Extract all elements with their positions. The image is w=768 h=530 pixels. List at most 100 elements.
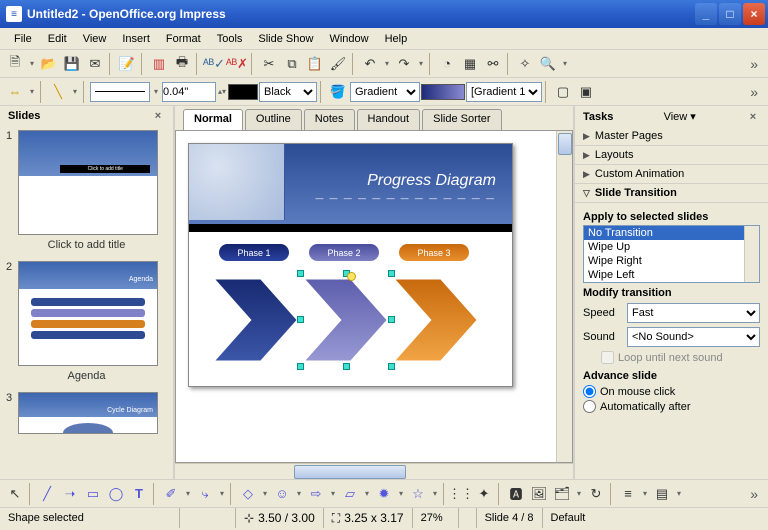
save-button[interactable]: 💾: [61, 53, 83, 75]
chart-button[interactable]: ◔: [436, 53, 458, 75]
email-button[interactable]: ✉: [84, 53, 106, 75]
list-scrollbar[interactable]: [744, 226, 759, 282]
transition-option[interactable]: Wipe Left: [584, 268, 759, 282]
edit-doc-button[interactable]: 📝: [116, 53, 138, 75]
menu-view[interactable]: View: [75, 31, 115, 47]
speed-select[interactable]: Fast: [627, 303, 760, 323]
advance-click-radio[interactable]: [583, 385, 596, 398]
menu-tools[interactable]: Tools: [209, 31, 251, 47]
connector-tool-button[interactable]: ⤷: [194, 483, 216, 505]
zoom-button[interactable]: 🔍: [537, 53, 559, 75]
transition-list[interactable]: No Transition Wipe Up Wipe Right Wipe Le…: [583, 225, 760, 283]
menu-format[interactable]: Format: [158, 31, 209, 47]
slide-thumb-1[interactable]: Click to add title: [18, 130, 158, 235]
arrow-shape-1[interactable]: [211, 274, 301, 366]
redo-button[interactable]: ↷: [393, 53, 415, 75]
open-button[interactable]: 📂: [38, 53, 60, 75]
symbol-shapes-button[interactable]: ☺: [271, 483, 293, 505]
task-section-layouts[interactable]: ▶Layouts: [575, 146, 768, 165]
selection-handle[interactable]: [297, 316, 304, 323]
menu-edit[interactable]: Edit: [40, 31, 75, 47]
tab-handout[interactable]: Handout: [357, 109, 421, 130]
toolbar-overflow-icon[interactable]: »: [744, 486, 764, 502]
tab-normal[interactable]: Normal: [183, 109, 243, 130]
sound-select[interactable]: <No Sound>: [627, 327, 760, 347]
arrange-button[interactable]: ▤: [651, 483, 673, 505]
menu-slideshow[interactable]: Slide Show: [250, 31, 321, 47]
undo-button[interactable]: ↶: [359, 53, 381, 75]
selection-handle[interactable]: [297, 363, 304, 370]
gallery-button[interactable]: 🗂: [551, 483, 573, 505]
arrow-shape-3[interactable]: [391, 274, 481, 366]
minimize-button[interactable]: _: [695, 3, 717, 25]
arrow-style-button[interactable]: ⇔: [4, 81, 26, 103]
slide-thumb-3[interactable]: Cycle Diagram: [18, 392, 158, 434]
status-zoom[interactable]: 27%: [413, 508, 459, 528]
line-dash-button[interactable]: ╲: [47, 81, 69, 103]
horizontal-scrollbar[interactable]: [175, 463, 573, 479]
transition-option[interactable]: Wipe Up: [584, 240, 759, 254]
transition-option[interactable]: Wipe Right: [584, 254, 759, 268]
toolbar-overflow-icon[interactable]: »: [744, 84, 764, 100]
crop-button[interactable]: ▣: [575, 81, 597, 103]
stars-button[interactable]: ☆: [407, 483, 429, 505]
curve-tool-button[interactable]: ✐: [160, 483, 182, 505]
ellipse-tool-button[interactable]: ◯: [105, 483, 127, 505]
callouts-button[interactable]: ✹: [373, 483, 395, 505]
rect-tool-button[interactable]: ▭: [82, 483, 104, 505]
close-button[interactable]: ×: [743, 3, 765, 25]
slide-thumb-2[interactable]: Agenda: [18, 261, 158, 366]
align-button[interactable]: ≡: [617, 483, 639, 505]
advance-auto-radio[interactable]: [583, 400, 596, 413]
line-width-input[interactable]: [162, 82, 216, 102]
copy-button[interactable]: ⧉: [281, 53, 303, 75]
area-fill-button[interactable]: 🪣: [327, 81, 349, 103]
task-section-animation[interactable]: ▶Custom Animation: [575, 165, 768, 184]
task-section-transition[interactable]: ▽Slide Transition: [575, 184, 768, 203]
slides-panel-close-icon[interactable]: ×: [151, 110, 165, 122]
hyperlink-button[interactable]: ⚯: [482, 53, 504, 75]
tasks-view-menu[interactable]: View ▾: [664, 110, 696, 123]
autospell-button[interactable]: ᴬᴮ✗: [226, 53, 248, 75]
toolbar-overflow-icon[interactable]: »: [744, 56, 764, 72]
paste-button[interactable]: 📋: [304, 53, 326, 75]
adjust-handle[interactable]: [347, 272, 356, 281]
line-color-select[interactable]: Black: [259, 82, 317, 102]
line-tool-button[interactable]: ╱: [36, 483, 58, 505]
selection-handle[interactable]: [343, 363, 350, 370]
basic-shapes-button[interactable]: ◇: [237, 483, 259, 505]
block-arrows-button[interactable]: ⇨: [305, 483, 327, 505]
print-button[interactable]: 🖶: [171, 53, 193, 75]
glue-button[interactable]: ✦: [473, 483, 495, 505]
new-doc-button[interactable]: 🗎: [4, 53, 26, 75]
tab-notes[interactable]: Notes: [304, 109, 355, 130]
shadow-button[interactable]: ▢: [552, 81, 574, 103]
slide-edit-area[interactable]: Progress Diagram — — — — — — — — — — — —…: [175, 130, 573, 463]
navigator-button[interactable]: ✧: [514, 53, 536, 75]
flowchart-button[interactable]: ▱: [339, 483, 361, 505]
spreadsheet-button[interactable]: ▦: [459, 53, 481, 75]
from-file-button[interactable]: 🖼: [528, 483, 550, 505]
tab-outline[interactable]: Outline: [245, 109, 302, 130]
task-section-masterpages[interactable]: ▶Master Pages: [575, 127, 768, 146]
tab-slidesorter[interactable]: Slide Sorter: [422, 109, 501, 130]
cut-button[interactable]: ✂: [258, 53, 280, 75]
slide-canvas[interactable]: Progress Diagram — — — — — — — — — — — —…: [188, 143, 513, 387]
format-paintbrush-button[interactable]: 🖌: [327, 53, 349, 75]
fill-type-select[interactable]: Gradient: [350, 82, 420, 102]
select-tool-button[interactable]: ↖: [4, 483, 26, 505]
tasks-panel-close-icon[interactable]: ×: [746, 111, 760, 123]
menu-window[interactable]: Window: [321, 31, 376, 47]
line-style-select[interactable]: [90, 82, 150, 102]
menu-file[interactable]: File: [6, 31, 40, 47]
transition-option[interactable]: No Transition: [584, 226, 759, 240]
fontwork-button[interactable]: 🅰: [505, 483, 527, 505]
fill-name-select[interactable]: [Gradient 1: [466, 82, 542, 102]
text-tool-button[interactable]: T: [128, 483, 150, 505]
menu-help[interactable]: Help: [377, 31, 416, 47]
export-pdf-button[interactable]: ▥: [148, 53, 170, 75]
maximize-button[interactable]: □: [719, 3, 741, 25]
selection-handle[interactable]: [297, 270, 304, 277]
rotate-button[interactable]: ↻: [585, 483, 607, 505]
arrow-shape-2[interactable]: [301, 274, 391, 366]
